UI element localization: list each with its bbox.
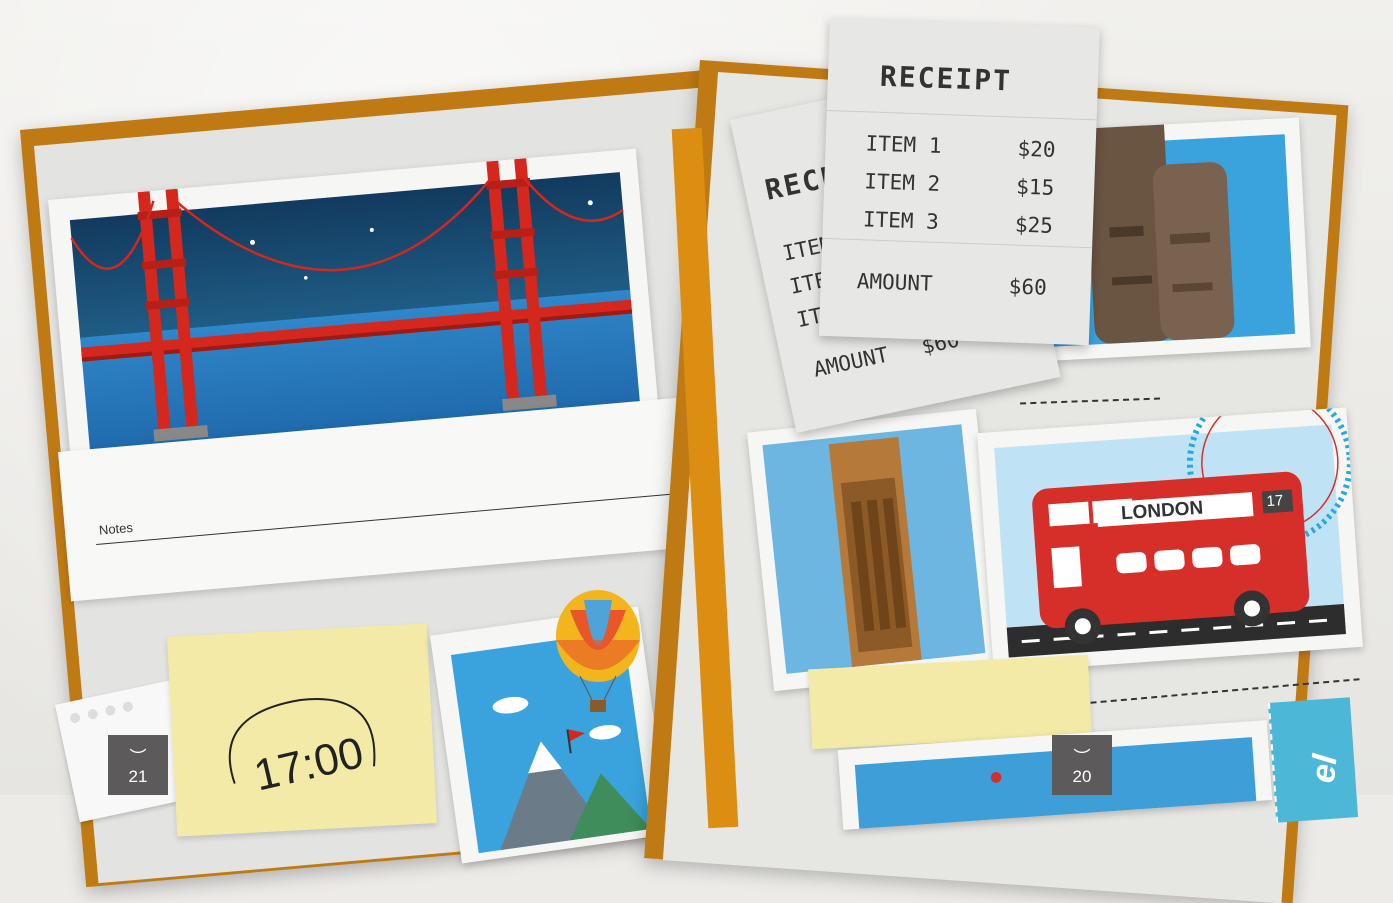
bus-route-number: 17 <box>1265 492 1284 511</box>
big-ben-illustration <box>762 424 986 674</box>
receipt-amount-row: AMOUNT $60 <box>856 269 1047 300</box>
map-pin-icon: ● <box>989 768 1003 786</box>
receipt-title: RECEIPT <box>879 59 1013 98</box>
travel-tag: el <box>1267 697 1359 823</box>
receipt-item-row: ITEM 2 $15 <box>864 169 1055 200</box>
london-bus-photo[interactable]: LONDON 17 <box>977 407 1363 673</box>
big-ben-photo[interactable] <box>747 408 1003 692</box>
receipt-item-row: ITEM 3 $25 <box>863 207 1054 238</box>
notes-label: Notes <box>98 519 134 538</box>
page-number-left: 21 <box>128 767 148 786</box>
travel-tag-text: el <box>1303 752 1345 785</box>
receipt-item-label: ITEM 1 <box>865 131 942 158</box>
sticky-note-time[interactable]: 17:00 <box>166 623 438 837</box>
page-number-right: 20 <box>1072 767 1092 786</box>
london-bus-illustration <box>994 407 1353 658</box>
receipt-amount-label: AMOUNT <box>856 269 934 296</box>
receipt-item-price: $15 <box>1015 174 1055 200</box>
chevron-down-icon: ︶ <box>129 748 147 767</box>
receipt-front[interactable]: RECEIPT ITEM 1 $20 ITEM 2 $15 ITEM 3 $25… <box>818 18 1100 346</box>
circle-scribble-icon <box>228 698 376 784</box>
receipt-item-label: ITEM 2 <box>863 169 941 196</box>
page-tab-left[interactable]: ︶ 21 <box>108 735 168 795</box>
receipt-item-row: ITEM 1 $20 <box>865 131 1056 162</box>
receipt-item-price: $20 <box>1017 136 1056 162</box>
receipt-back-amount-label: AMOUNT <box>811 342 891 382</box>
receipt-amount-value: $60 <box>1008 274 1048 300</box>
notes-line <box>96 491 694 546</box>
hot-air-balloon-icon <box>556 590 640 712</box>
chevron-down-icon: ︶ <box>1073 748 1091 767</box>
page-tab-right[interactable]: ︶ 20 <box>1052 735 1112 795</box>
receipt-item-label: ITEM 3 <box>862 207 940 234</box>
receipt-item-price: $25 <box>1014 212 1054 238</box>
